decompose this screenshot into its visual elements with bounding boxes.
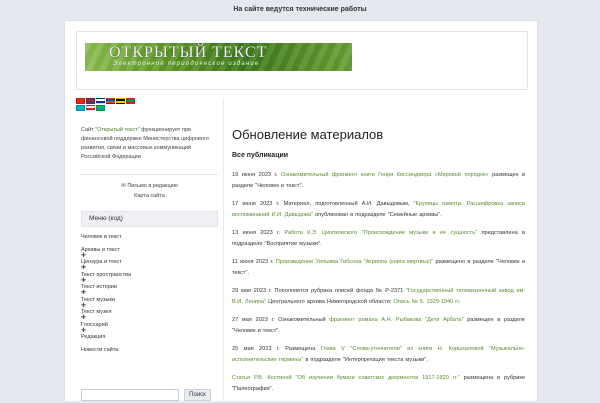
publication-entry: Статья Р.В. Костиной "Об изучении бумаги… [232,373,525,394]
page-title: Обновление материалов [232,127,384,142]
publication-link[interactable]: фрагмент романа А.Н. Рыбакова "Дети Арба… [329,317,463,323]
publication-text: 17 июня 2023 г. Материал, подготовленный… [232,201,414,207]
publications-list: 19 июня 2023 г. Ознакомительный фрагмент… [232,170,525,394]
column-divider [223,98,224,401]
language-flags [76,98,146,120]
publication-text: 29 мая 2023 г. Пополняется рубрика описе… [232,288,407,294]
publication-link[interactable]: Ознакомительный фрагмент книги Генри Кис… [281,172,489,178]
publication-entry: 29 мая 2023 г. Пополняется рубрика описе… [232,286,525,307]
sitemap-link[interactable]: Карта сайта [81,191,218,201]
expand-plus-icon [81,353,218,360]
mail-editor-link[interactable]: ✉ Письмо в редакцию [81,181,218,191]
flag-france-icon[interactable] [106,98,115,104]
flag-usa-icon[interactable] [86,98,95,104]
publication-link[interactable]: Работа К.Э. Циолковского "Происхождение … [284,230,477,236]
sidebar-menu: Человек и текст Архивы и текст ✚ Цензура и… [81,234,218,359]
publication-text: в подразделе "Интерпретация текста музык… [303,356,428,363]
flag-germany-icon[interactable] [116,98,125,104]
publication-entry: 25 мая 2023 г. Размещена Глава V "Слова-… [232,344,525,365]
main-content: Обновление материалов Все публикации 19 … [232,127,525,402]
about-prefix: Сайт [81,127,96,133]
sidebar-links: ✉ Письмо в редакцию Карта сайта [81,181,218,201]
search-input[interactable] [81,389,179,401]
flag-finland-icon[interactable] [96,98,105,104]
flag-uzbekistan-icon[interactable] [96,105,105,111]
site-logo[interactable]: ОТКРЫТЫЙ ТЕКСТ Электронное периодическое… [85,43,352,71]
section-heading: Все публикации [232,152,289,159]
publication-entry: 27 мая 2023 г. Ознакомительный фрагмент … [232,315,525,336]
publication-link[interactable]: Произведение Уильяма Гибсона "Агриппа (к… [276,259,434,265]
page-container: ОТКРЫТЫЙ ТЕКСТ Электронное периодическое… [64,20,538,401]
publication-entry: 11 июня 2023 г. Произведение Уильяма Гиб… [232,257,525,278]
flag-kazakhstan-icon[interactable] [76,105,85,111]
search-form: Поиск [81,389,218,403]
flag-china-icon[interactable] [76,98,85,104]
publication-link[interactable]: Статья Р.В. Костиной "Об изучении бумаги… [232,375,460,381]
publication-text: 19 июня 2023 г. [232,172,281,178]
publication-entry: 19 июня 2023 г. Ознакомительный фрагмент… [232,170,525,191]
maintenance-notice: На сайте ведутся технические работы [233,6,367,13]
publication-entry: 13 июня 2023 г. Работа К.Э. Циолковского… [232,228,525,249]
publication-text: опубликован в подразделе "Семейные архив… [313,211,442,218]
publication-entry: 17 июня 2023 г. Материал, подготовленный… [232,199,525,220]
publication-text: 11 июня 2023 г. [232,259,276,265]
publication-text: 13 июня 2023 г. [232,230,285,236]
publication-text: 27 мая 2023 г. Ознакомительный [232,317,330,323]
sidebar-divider [81,174,218,175]
publication-text: Центрального архива Нижегородской област… [266,298,394,305]
site-header: ОТКРЫТЫЙ ТЕКСТ Электронное периодическое… [76,31,528,90]
publication-text: 25 мая 2023 г. Размещена [232,346,321,352]
logo-title: ОТКРЫТЫЙ ТЕКСТ [109,44,268,61]
flag-russia-icon[interactable] [86,105,95,111]
menu-header: Меню (код) [81,211,218,227]
sidebar-about: Сайт "Открытый текст" функционирует при … [81,126,218,162]
search-button[interactable]: Поиск [184,389,211,401]
about-site-name: "Открытый текст" [95,127,140,133]
flag-italy-icon[interactable] [126,98,135,104]
sidebar: Сайт "Открытый текст" функционирует при … [81,126,218,359]
publication-link[interactable]: Опись № 5. 1929-1940 гг. [393,299,460,305]
logo-subtitle: Электронное периодическое издание [113,61,260,67]
